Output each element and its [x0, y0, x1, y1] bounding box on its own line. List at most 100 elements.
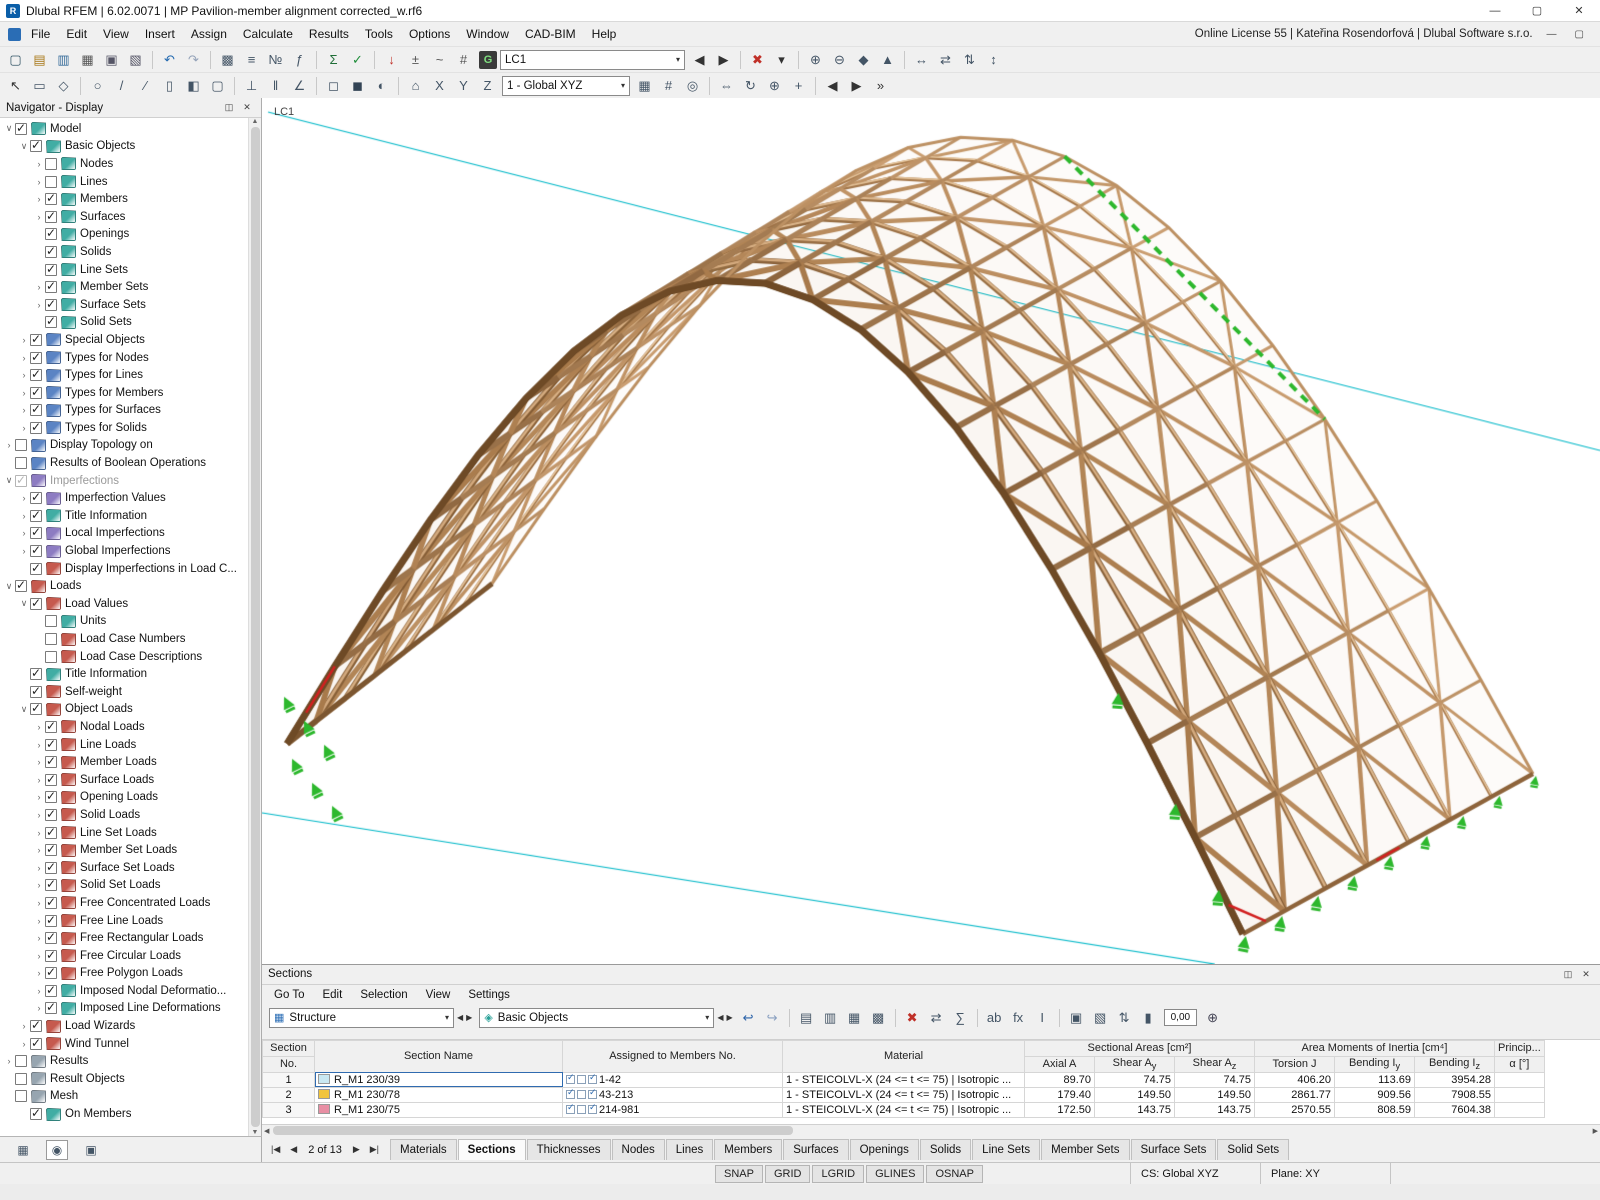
tree-checkbox[interactable] [30, 367, 42, 382]
tree-checkbox[interactable] [30, 508, 42, 522]
zoom-out-icon[interactable]: ⊖ [828, 49, 851, 71]
tree-checkbox[interactable] [15, 457, 27, 470]
cell-value[interactable]: 3954.28 [1414, 1071, 1495, 1088]
expand-arrow-icon[interactable]: › [33, 968, 45, 978]
tree-item-model[interactable]: ∨ Model [0, 120, 248, 138]
cell-value[interactable]: 2570.55 [1254, 1101, 1335, 1118]
tree-checkbox[interactable] [45, 877, 57, 892]
expand-arrow-icon[interactable]: › [18, 335, 30, 345]
cell-value[interactable]: 74.75 [1094, 1071, 1175, 1088]
tree-checkbox[interactable] [45, 965, 57, 980]
cell-value[interactable]: 179.40 [1024, 1086, 1095, 1103]
mini-checkbox[interactable] [577, 1104, 586, 1114]
tree-item-line-sets[interactable]: Line Sets [0, 261, 248, 279]
tree-item-imposed-line-deformations[interactable]: › Imposed Line Deformations [0, 1000, 248, 1018]
tree-item-types-for-nodes[interactable]: › Types for Nodes [0, 349, 248, 367]
tree-checkbox[interactable] [30, 490, 42, 505]
tree-item-surface-sets[interactable]: › Surface Sets [0, 296, 248, 314]
cell-value[interactable]: 113.69 [1334, 1071, 1415, 1088]
cell-value[interactable]: 143.75 [1094, 1101, 1175, 1118]
table-tab-surfaces[interactable]: Surfaces [783, 1139, 849, 1160]
cell-value[interactable]: 7604.38 [1414, 1101, 1495, 1118]
cell-section-name[interactable]: R_M1 230/75 [314, 1101, 563, 1118]
zoom-in-icon[interactable]: ⊕ [804, 49, 827, 71]
menu-item-results[interactable]: Results [301, 24, 357, 44]
tree-item-units[interactable]: Units [0, 613, 248, 631]
tree-checkbox[interactable] [30, 543, 42, 558]
result-view-icon[interactable]: ▥ [819, 1007, 842, 1029]
status-toggle-osnap[interactable]: OSNAP [926, 1164, 983, 1183]
generate-icon[interactable]: ƒ [288, 49, 311, 71]
tree-checkbox[interactable] [45, 157, 57, 170]
tree-item-free-circular-loads[interactable]: › Free Circular Loads [0, 947, 248, 965]
tree-checkbox[interactable] [30, 666, 42, 681]
menu-item-edit[interactable]: Edit [58, 24, 95, 44]
menu-item-view[interactable]: View [95, 24, 137, 44]
float-panel-icon[interactable]: ◫ [221, 100, 237, 116]
sections-menu-view[interactable]: View [418, 987, 459, 1003]
combo-nav-arrows[interactable]: ◀ ▶ [457, 1013, 472, 1022]
cell-section-no[interactable]: 3 [262, 1101, 315, 1118]
status-toggle-grid[interactable]: GRID [764, 1164, 811, 1183]
tree-item-result-objects[interactable]: Result Objects [0, 1070, 248, 1088]
measure-icon[interactable]: ↕ [982, 49, 1005, 71]
tree-checkbox[interactable] [45, 175, 57, 188]
jump-forward-icon[interactable]: ↪ [761, 1007, 784, 1029]
tree-checkbox[interactable] [45, 262, 57, 276]
tree-checkbox[interactable] [45, 191, 57, 206]
cell-section-name[interactable]: R_M1 230/78 [314, 1086, 563, 1103]
renumber-icon[interactable]: № [264, 49, 287, 71]
menu-item-file[interactable]: File [23, 24, 58, 44]
next-table-button[interactable]: ▶ [348, 1142, 365, 1157]
tree-item-nodes[interactable]: › Nodes [0, 155, 248, 173]
expand-arrow-icon[interactable]: › [33, 282, 45, 292]
expand-arrow-icon[interactable]: › [33, 810, 45, 820]
close-panel-icon[interactable]: ✕ [239, 100, 255, 116]
load-case-type-badge[interactable]: G [479, 50, 497, 69]
menu-item-tools[interactable]: Tools [357, 24, 401, 44]
tree-item-load-case-descriptions[interactable]: Load Case Descriptions [0, 648, 248, 666]
calendar-icon[interactable]: ▧ [1089, 1007, 1112, 1029]
sections-menu-selection[interactable]: Selection [352, 987, 415, 1003]
coordinate-system-combo[interactable]: 1 - Global XYZ ▾ [502, 75, 630, 96]
scroll-left-icon[interactable]: ◀ [264, 1127, 269, 1135]
snap-toggle-icon[interactable]: ◎ [681, 75, 704, 97]
status-toggle-glines[interactable]: GLINES [866, 1164, 925, 1183]
sum-icon[interactable]: ∑ [949, 1007, 972, 1029]
more-tools-icon[interactable]: » [869, 75, 892, 97]
move-copy-icon[interactable]: ⇔ [715, 75, 738, 97]
mini-checkbox[interactable] [588, 1103, 597, 1114]
tree-checkbox[interactable] [30, 701, 42, 716]
tree-item-free-polygon-loads[interactable]: › Free Polygon Loads [0, 965, 248, 983]
tree-item-solid-loads[interactable]: › Solid Loads [0, 806, 248, 824]
mini-checkbox[interactable] [577, 1074, 586, 1084]
member-snap-icon[interactable]: ▲ [876, 49, 899, 71]
cell-material[interactable]: 1 - STEICOLVL-X (24 <= t <= 75) | Isotro… [782, 1086, 1025, 1103]
open-file-icon[interactable]: ▤ [28, 49, 51, 71]
new-model-icon[interactable]: ▢ [4, 49, 27, 71]
tree-item-solids[interactable]: Solids [0, 243, 248, 261]
flip-icon[interactable]: ⇅ [958, 49, 981, 71]
maximize-button[interactable]: ▢ [1516, 0, 1558, 22]
tree-checkbox[interactable] [45, 754, 57, 769]
tree-checkbox[interactable] [45, 930, 57, 945]
screenshot-icon[interactable]: ▧ [124, 49, 147, 71]
expand-arrow-icon[interactable]: › [33, 212, 45, 222]
tree-item-load-values[interactable]: ∨ Load Values [0, 595, 248, 613]
float-panel-icon[interactable]: ◫ [1560, 966, 1576, 982]
tree-item-title-information[interactable]: Title Information [0, 665, 248, 683]
tree-checkbox[interactable] [45, 633, 57, 646]
table-tab-solids[interactable]: Solids [919, 1139, 972, 1160]
hinge-icon[interactable]: ‖ [264, 75, 287, 97]
table-tab-openings[interactable]: Openings [849, 1139, 919, 1160]
menu-item-help[interactable]: Help [584, 24, 625, 44]
prev-load-case-icon[interactable]: ◀ [688, 49, 711, 71]
tree-item-results-of-boolean-operations[interactable]: Results of Boolean Operations [0, 454, 248, 472]
zoom-window-icon[interactable]: ⊕ [763, 75, 786, 97]
save-file-icon[interactable]: ▥ [52, 49, 75, 71]
tree-item-nodal-loads[interactable]: › Nodal Loads [0, 718, 248, 736]
tree-checkbox[interactable] [30, 525, 42, 540]
tree-item-self-weight[interactable]: Self-weight [0, 683, 248, 701]
cell-section-name[interactable]: R_M1 230/39 [314, 1071, 563, 1088]
table-tab-line-sets[interactable]: Line Sets [972, 1139, 1041, 1160]
